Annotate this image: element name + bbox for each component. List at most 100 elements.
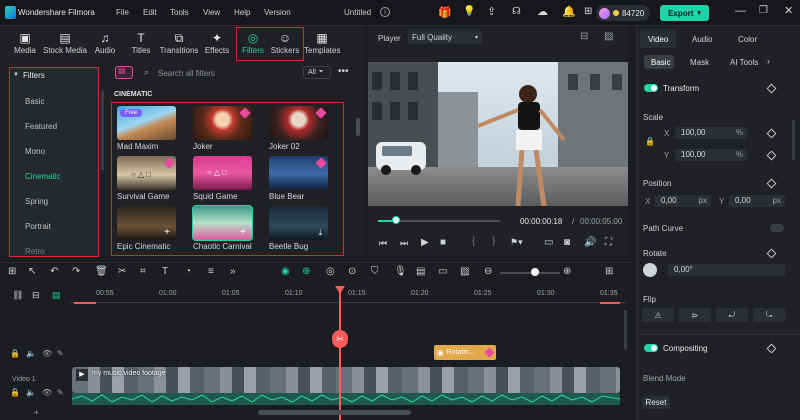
stop-icon[interactable]: ■ — [440, 237, 446, 248]
snapshot-image-icon[interactable]: ▨ — [604, 31, 613, 42]
scope-select[interactable]: All ⏷ — [303, 66, 331, 79]
subtitle-icon[interactable]: ▭ — [438, 266, 447, 277]
marker-dropdown-icon[interactable]: ⚑▾ — [510, 237, 523, 248]
lock-ratio-icon[interactable]: 🔒 — [645, 137, 655, 146]
camera-snapshot-icon[interactable]: ◙ — [564, 237, 570, 248]
filter-thumb-chaotic-carnival[interactable]: + — [192, 205, 253, 241]
filter-thumb-squid-game[interactable]: ○△□ — [193, 156, 252, 190]
playhead-line[interactable] — [339, 288, 341, 420]
menu-version[interactable]: Version — [264, 8, 291, 17]
quality-select[interactable]: Full Quality ▾ — [408, 30, 482, 44]
zoom-slider-knob[interactable] — [531, 268, 539, 276]
share-icon[interactable]: ⇪ — [487, 5, 496, 18]
previous-frame-icon[interactable]: ⏮ — [379, 238, 387, 249]
play-icon[interactable]: ▶ — [421, 237, 429, 248]
tab-stickers[interactable]: ☺ Stickers — [268, 30, 302, 55]
reset-button[interactable]: Reset — [642, 396, 670, 409]
inspector-scrollbar[interactable] — [792, 120, 795, 160]
speed-icon[interactable]: ◔ — [185, 266, 191, 277]
filter-thumb-mad-maxim[interactable]: Free — [117, 106, 176, 140]
track-manager-icon[interactable]: ▤ — [52, 290, 61, 301]
rotate-dial[interactable] — [643, 263, 657, 277]
voiceover-icon[interactable]: ▤ — [416, 266, 425, 277]
cloud-upload-icon[interactable]: ☁ — [537, 5, 548, 18]
tab-media[interactable]: ▣ Media — [8, 30, 42, 55]
marker-icon[interactable]: ⊙ — [348, 266, 356, 277]
track-tool-icon[interactable]: ✎ — [57, 349, 64, 358]
track-mute-icon[interactable]: 🔈 — [26, 388, 36, 397]
close-icon[interactable]: ✕ — [784, 4, 793, 17]
filter-thumb-survival-game[interactable]: ○△□ — [117, 156, 176, 190]
undo-icon[interactable]: ↶ — [50, 266, 58, 277]
mark-out-icon[interactable]: } — [492, 236, 495, 247]
filter-thumb-epic-cinematic[interactable]: + — [117, 206, 176, 240]
tab-audio-props[interactable]: Audio — [692, 35, 712, 44]
more-tools-icon[interactable]: » — [230, 266, 236, 277]
tab-video[interactable]: Video — [648, 35, 668, 44]
restore-icon[interactable]: ❐ — [759, 5, 768, 16]
microphone-icon[interactable]: 🎙 — [394, 266, 407, 277]
snap-magnet-icon[interactable]: ⊕ — [302, 266, 310, 277]
path-curve-toggle[interactable] — [770, 224, 784, 232]
crop-icon[interactable]: ⌗ — [140, 266, 146, 277]
export-button[interactable]: Export ▾ — [660, 5, 709, 21]
flip-vertical-button[interactable]: ⚠ — [642, 308, 674, 322]
tab-stock-media[interactable]: ▤ Stock Media — [42, 30, 88, 55]
rotate-clockwise-button[interactable]: ⤾ — [716, 308, 748, 322]
delete-icon[interactable]: 🗑 — [95, 266, 108, 277]
scale-y-input[interactable]: 100,00% — [675, 149, 747, 161]
chevron-right-icon[interactable]: › — [767, 56, 770, 66]
category-mono[interactable]: Mono — [25, 147, 45, 156]
grid-scrollbar[interactable] — [356, 118, 360, 136]
filter-thumb-joker-02[interactable] — [269, 106, 328, 140]
zoom-slider-track[interactable] — [500, 272, 560, 274]
scissors-icon[interactable]: ✂ — [118, 266, 126, 277]
rotate-input[interactable]: 0,00° — [668, 264, 785, 276]
project-info-icon[interactable]: i — [380, 7, 390, 17]
track-visibility-icon[interactable]: 👁 — [42, 349, 52, 358]
category-basic[interactable]: Basic — [25, 97, 45, 106]
filter-thumb-blue-bear[interactable] — [269, 156, 328, 190]
flip-horizontal-button[interactable]: ⊳ — [679, 308, 711, 322]
track-mute-icon[interactable]: 🔈 — [26, 349, 36, 358]
filter-thumb-joker[interactable] — [193, 106, 252, 140]
timeline-settings-icon[interactable]: ⊞ — [605, 266, 613, 277]
category-spring[interactable]: Spring — [25, 197, 48, 206]
track-lock-icon[interactable]: 🔒 — [10, 388, 20, 397]
track-tool-icon[interactable]: ✎ — [57, 388, 64, 397]
menu-help[interactable]: Help — [234, 8, 250, 17]
position-x-input[interactable]: 0,00 px — [655, 195, 711, 207]
gift-icon[interactable]: 🎁 — [438, 6, 452, 19]
menu-view[interactable]: View — [203, 8, 220, 17]
tab-templates[interactable]: ▦ Templates — [304, 30, 340, 55]
tab-transitions[interactable]: ⧉ Transitions — [158, 30, 200, 55]
layout-grid-icon[interactable]: ⊞ — [8, 266, 16, 277]
credits-badge[interactable]: 84720 — [596, 5, 650, 21]
category-featured[interactable]: Featured — [25, 122, 57, 131]
search-input[interactable]: Search all filters — [158, 69, 215, 78]
tab-titles[interactable]: T Titles — [124, 30, 158, 55]
menu-file[interactable]: File — [116, 8, 129, 17]
redo-icon[interactable]: ↷ — [72, 266, 80, 277]
display-screen-icon[interactable]: ▭ — [544, 237, 553, 248]
effect-clip[interactable]: ▣ Rotatin... — [434, 345, 496, 360]
render-preview-icon[interactable]: ◎ — [326, 266, 335, 277]
add-icon[interactable]: + — [164, 227, 170, 238]
shield-icon[interactable]: ⛉ — [371, 266, 379, 277]
subtab-ai-tools[interactable]: AI Tools — [730, 58, 758, 67]
video-clip[interactable]: ▶ my music video footage — [72, 367, 620, 393]
adjust-icon[interactable]: ≡ — [208, 266, 214, 277]
tab-audio[interactable]: ♫ Audio — [88, 30, 122, 55]
bell-icon[interactable]: 🔔 — [562, 5, 576, 18]
unlink-icon[interactable]: ⊟ — [32, 290, 40, 301]
mark-in-icon[interactable]: { — [472, 236, 475, 247]
ai-edit-icon[interactable]: ◉ — [281, 266, 290, 277]
compositing-toggle[interactable] — [644, 344, 658, 352]
scale-x-input[interactable]: 100,00% — [675, 127, 747, 139]
fullscreen-icon[interactable]: ⛶ — [605, 237, 612, 248]
menu-tools[interactable]: Tools — [170, 8, 189, 17]
tab-color[interactable]: Color — [738, 35, 757, 44]
category-cinematic[interactable]: Cinematic — [25, 172, 61, 181]
transform-toggle[interactable] — [644, 84, 658, 92]
category-portrait[interactable]: Portrait — [25, 222, 51, 231]
